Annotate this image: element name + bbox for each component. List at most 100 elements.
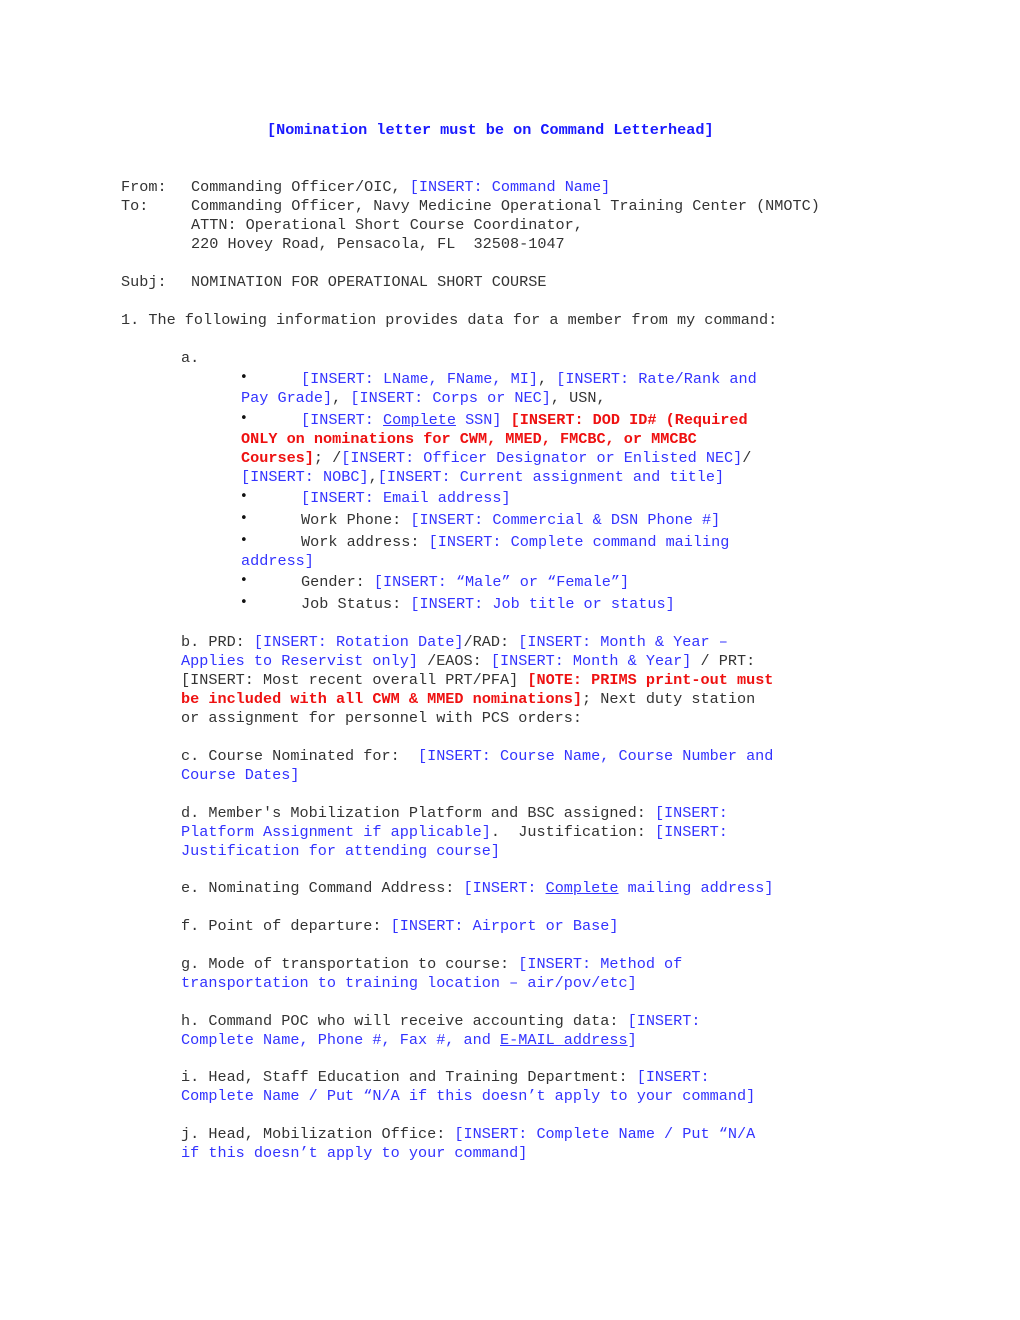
item-b-line-3: [INSERT: Most recent overall PRT/PFA] [N… [181, 671, 773, 690]
item-a-bullet-2-line-1: [INSERT: Complete SSN] [INSERT: DOD ID# … [301, 411, 748, 430]
insert-prefix: [INSERT: [463, 879, 546, 897]
gender-label: Gender: [301, 573, 374, 591]
item-b-line-4: be included with all CWM & MMED nominati… [181, 690, 755, 709]
job-status-label: Job Status: [301, 595, 411, 613]
to-line-3: 220 Hovey Road, Pensacola, FL 32508-1047 [191, 235, 565, 253]
insert-poc-cont: Complete Name, Phone #, Fax #, and [181, 1031, 500, 1049]
from-line: Commanding Officer/OIC, [INSERT: Command… [191, 178, 610, 197]
transport-label: g. Mode of transportation to course: [181, 955, 519, 973]
insert-phone: [INSERT: Commercial & DSN Phone #] [410, 511, 721, 529]
email-address-link[interactable]: E-MAIL address [500, 1031, 628, 1049]
item-c-line-1: c. Course Nominated for: [INSERT: Course… [181, 747, 773, 766]
item-a-work-phone: Work Phone: [INSERT: Commercial & DSN Ph… [301, 511, 720, 530]
item-j-line-2: if this doesn’t apply to your command] [181, 1144, 528, 1162]
item-b-line-5: or assignment for personnel with PCS ord… [181, 709, 583, 727]
staff-education-label: i. Head, Staff Education and Training De… [181, 1068, 637, 1086]
item-i-line-2: Complete Name / Put “N/A if this doesn’t… [181, 1087, 756, 1105]
separator: , [537, 370, 557, 388]
insert-method: [INSERT: Method of [518, 955, 683, 973]
command-address-label: e. Nominating Command Address: [181, 879, 464, 897]
insert-airport: [INSERT: Airport or Base] [390, 917, 619, 935]
item-a-bullet-2-line-3: Courses]; /[INSERT: Officer Designator o… [241, 449, 751, 468]
separator: , [368, 468, 378, 486]
insert-rotation-date: [INSERT: Rotation Date] [253, 633, 464, 651]
course-label: c. Course Nominated for: [181, 747, 418, 765]
to-line-1: Commanding Officer, Navy Medicine Operat… [191, 197, 820, 215]
item-a-work-address: Work address: [INSERT: Complete command … [301, 533, 729, 552]
from-insert: [INSERT: Command Name] [409, 178, 611, 196]
insert-mailing-address: mailing address] [618, 879, 774, 897]
bullet-icon: • [240, 595, 248, 610]
insert-eaos: [INSERT: Month & Year] [490, 652, 692, 670]
item-i-line-1: i. Head, Staff Education and Training De… [181, 1068, 710, 1087]
paragraph-1: 1. The following information provides da… [121, 311, 778, 329]
to-label: To: [121, 197, 149, 215]
eaos-label: /EAOS: [417, 652, 491, 670]
item-f: f. Point of departure: [INSERT: Airport … [181, 917, 618, 936]
mobilization-office-label: j. Head, Mobilization Office: [181, 1125, 455, 1143]
dod-id-note-end: Courses] [241, 449, 314, 467]
item-a-job-status: Job Status: [INSERT: Job title or status… [301, 595, 675, 614]
work-address-label: Work address: [301, 533, 429, 551]
item-d-line-2: Platform Assignment if applicable]. Just… [181, 823, 728, 842]
platform-label: d. Member's Mobilization Platform and BS… [181, 804, 655, 822]
document-page: [Nomination letter must be on Command Le… [0, 0, 1020, 1320]
item-a-bullet-1-line-2: Pay Grade], [INSERT: Corps or NEC], USN, [241, 389, 606, 408]
bullet-icon: • [240, 511, 248, 526]
prd-label: b. PRD: [181, 633, 254, 651]
insert-name: [INSERT: LName, FName, MI] [301, 370, 538, 388]
item-a-work-address-cont: address] [241, 552, 314, 570]
item-a-bullet-1-line-1: [INSERT: LName, FName, MI], [INSERT: Rat… [301, 370, 757, 389]
prt-label: / PRT: [691, 652, 756, 670]
insert-platform-cont: Platform Assignment if applicable] [181, 823, 491, 841]
subj-text: NOMINATION FOR OPERATIONAL SHORT COURSE [191, 273, 547, 291]
insert-rank-cont: Pay Grade] [241, 389, 333, 407]
item-h-line-1: h. Command POC who will receive accounti… [181, 1012, 701, 1031]
insert-assignment: [INSERT: Current assignment and title] [377, 468, 725, 486]
insert-mobilization-office: [INSERT: Complete Name / Put “N/A [454, 1125, 756, 1143]
item-h-line-2: Complete Name, Phone #, Fax #, and E-MAI… [181, 1031, 637, 1050]
item-b-line-2: Applies to Reservist only] /EAOS: [INSER… [181, 652, 755, 671]
insert-staff-education: [INSERT: [636, 1068, 710, 1086]
item-e: e. Nominating Command Address: [INSERT: … [181, 879, 773, 898]
departure-label: f. Point of departure: [181, 917, 391, 935]
insert-designator: [INSERT: Officer Designator or Enlisted … [341, 449, 743, 467]
from-label: From: [121, 178, 167, 196]
item-a-gender: Gender: [INSERT: “Male” or “Female”] [301, 573, 629, 592]
item-b-line-1: b. PRD: [INSERT: Rotation Date]/RAD: [IN… [181, 633, 728, 652]
bullet-icon: • [240, 370, 248, 385]
bullet-icon: • [240, 573, 248, 588]
insert-course: [INSERT: Course Name, Course Number and [417, 747, 774, 765]
item-j-line-1: j. Head, Mobilization Office: [INSERT: C… [181, 1125, 755, 1144]
item-a-bullet-2-line-4: [INSERT: NOBC],[INSERT: Current assignme… [241, 468, 724, 487]
to-line-2: ATTN: Operational Short Course Coordinat… [191, 216, 583, 234]
insert-job-status: [INSERT: Job title or status] [410, 595, 675, 613]
insert-prt: [INSERT: Most recent overall PRT/PFA] [181, 671, 528, 689]
complete-underlined: Complete [383, 411, 456, 429]
dod-id-note: [INSERT: DOD ID# (Required [510, 411, 748, 429]
insert-gender: [INSERT: “Male” or “Female”] [373, 573, 630, 591]
letterhead-note: [Nomination letter must be on Command Le… [267, 121, 714, 139]
item-d-line-3: Justification for attending course] [181, 842, 500, 860]
bullet-icon: • [240, 533, 248, 548]
item-a-label: a. [181, 349, 200, 367]
justification-label: . Justification: [490, 823, 655, 841]
separator: , [332, 389, 351, 407]
work-phone-label: Work Phone: [301, 511, 411, 529]
item-g-line-1: g. Mode of transportation to course: [IN… [181, 955, 682, 974]
from-text: Commanding Officer/OIC, [191, 178, 410, 196]
separator: / [742, 449, 752, 467]
insert-corps: [INSERT: Corps or NEC] [350, 389, 551, 407]
bullet-icon: • [240, 489, 248, 504]
item-a-email: [INSERT: Email address] [301, 489, 511, 507]
rad-label: /RAD: [463, 633, 519, 651]
insert-ssn-prefix: [INSERT: [301, 411, 384, 429]
bullet-icon: • [240, 411, 248, 426]
insert-reservist: Applies to Reservist only] [181, 652, 418, 670]
item-c-line-2: Course Dates] [181, 766, 300, 784]
next-duty-text: ; Next duty station [582, 690, 756, 708]
insert-ssn-suffix: SSN] [455, 411, 502, 429]
prims-note-cont: be included with all CWM & MMED nominati… [181, 690, 583, 708]
insert-platform: [INSERT: [654, 804, 728, 822]
insert-address: [INSERT: Complete command mailing [428, 533, 730, 551]
